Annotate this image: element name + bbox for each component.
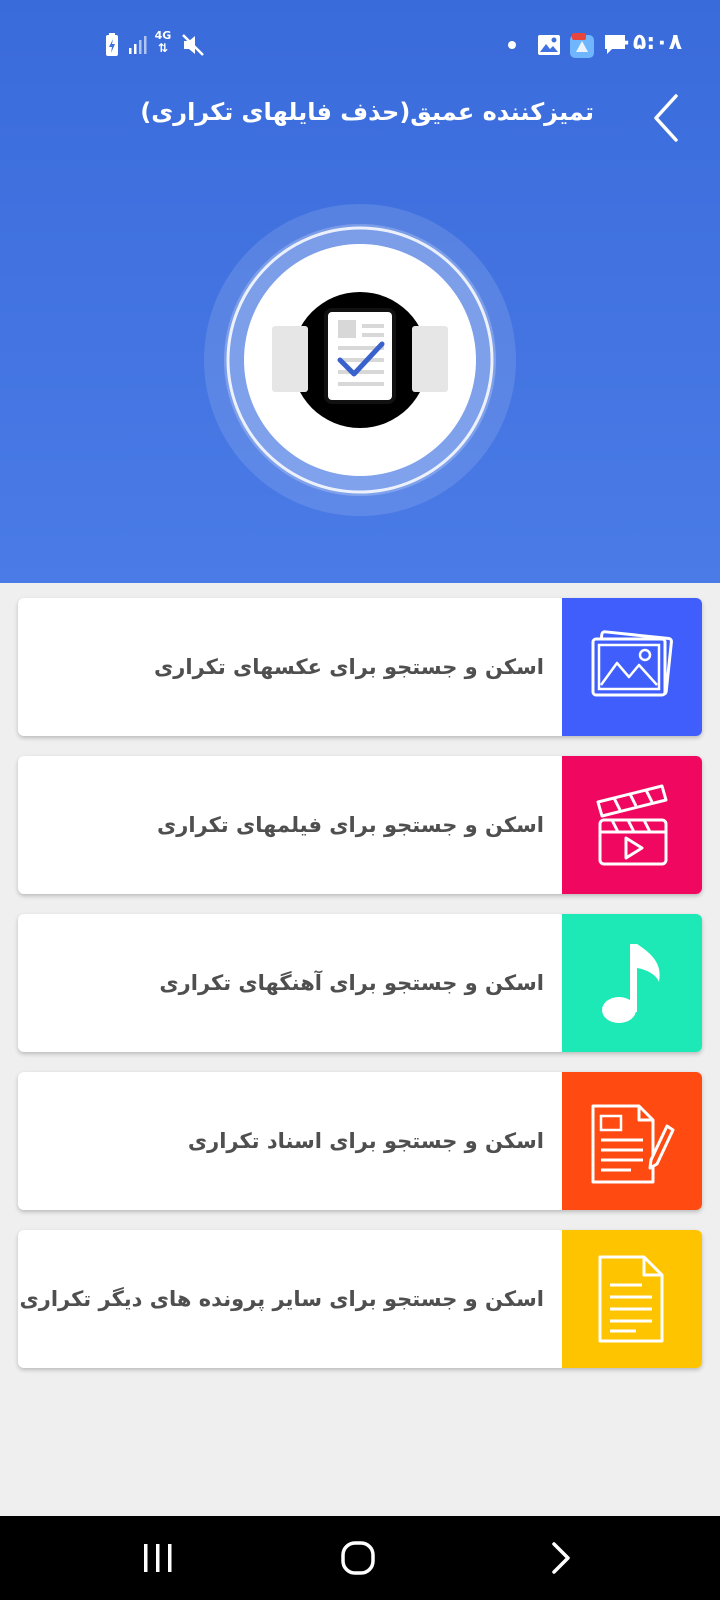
signal-icon [129, 36, 147, 54]
clapperboard-icon [596, 784, 668, 866]
mute-icon [182, 34, 204, 56]
scan-other-files-label: اسکن و جستجو برای سایر پرونده های دیگر ت… [19, 1287, 545, 1311]
scan-photos-label: اسکن و جستجو برای عکسهای تکراری [154, 655, 544, 679]
toolbar: تمیزکننده عمیق(حذف فایلهای تکراری) [0, 88, 720, 144]
music-note-icon [602, 944, 660, 1023]
scan-music-label: اسکن و جستجو برای آهنگهای تکراری [159, 971, 544, 995]
back-nav-button[interactable] [530, 1536, 590, 1580]
chevron-left-icon [654, 94, 678, 142]
scan-options-list: اسکن و جستجو برای عکسهای تکراری اسکن و ج… [18, 598, 702, 1388]
page-title: تمیزکننده عمیق(حذف فایلهای تکراری) [140, 98, 594, 126]
gallery-icon [538, 35, 560, 55]
scan-documents-label: اسکن و جستجو برای اسناد تکراری [187, 1129, 544, 1153]
card-icon-tile [562, 1230, 702, 1368]
document-check-icon [204, 204, 516, 516]
data-arrows: ⇅ [157, 41, 169, 55]
scan-music-card[interactable]: اسکن و جستجو برای آهنگهای تکراری [18, 914, 702, 1052]
header: ۰۵:۰۸ 4G ⇅ تمیزکننده عمیق(حذف فایلهای تک… [0, 0, 720, 583]
document-pen-icon [591, 1104, 675, 1184]
status-time: ۰۵:۰۸ [619, 30, 682, 55]
scan-photos-card[interactable]: اسکن و جستجو برای عکسهای تکراری [18, 598, 702, 736]
card-icon-tile [562, 598, 702, 736]
back-icon [552, 1542, 570, 1574]
scan-videos-label: اسکن و جستجو برای فیلمهای تکراری [156, 813, 544, 837]
scan-videos-card[interactable]: اسکن و جستجو برای فیلمهای تکراری [18, 756, 702, 894]
card-icon-tile [562, 914, 702, 1052]
battery-charging-icon [106, 33, 118, 56]
status-bar: ۰۵:۰۸ 4G ⇅ [0, 24, 720, 64]
scan-other-files-card[interactable]: اسکن و جستجو برای سایر پرونده های دیگر ت… [18, 1230, 702, 1368]
navigation-bar [0, 1516, 720, 1600]
app-badge-icon [570, 33, 594, 58]
4g-data-icon: 4G ⇅ [153, 30, 173, 60]
chat-bubble-icon [605, 35, 625, 54]
recent-apps-button[interactable] [128, 1536, 188, 1580]
card-icon-tile [562, 756, 702, 894]
recent-apps-icon [144, 1544, 172, 1572]
home-icon [341, 1541, 375, 1575]
scan-documents-card[interactable]: اسکن و جستجو برای اسناد تکراری [18, 1072, 702, 1210]
back-button[interactable] [646, 92, 686, 144]
dot-icon [508, 41, 516, 49]
file-icon [598, 1255, 664, 1343]
card-icon-tile [562, 1072, 702, 1210]
photo-icon [591, 630, 673, 697]
home-button[interactable] [328, 1536, 388, 1580]
